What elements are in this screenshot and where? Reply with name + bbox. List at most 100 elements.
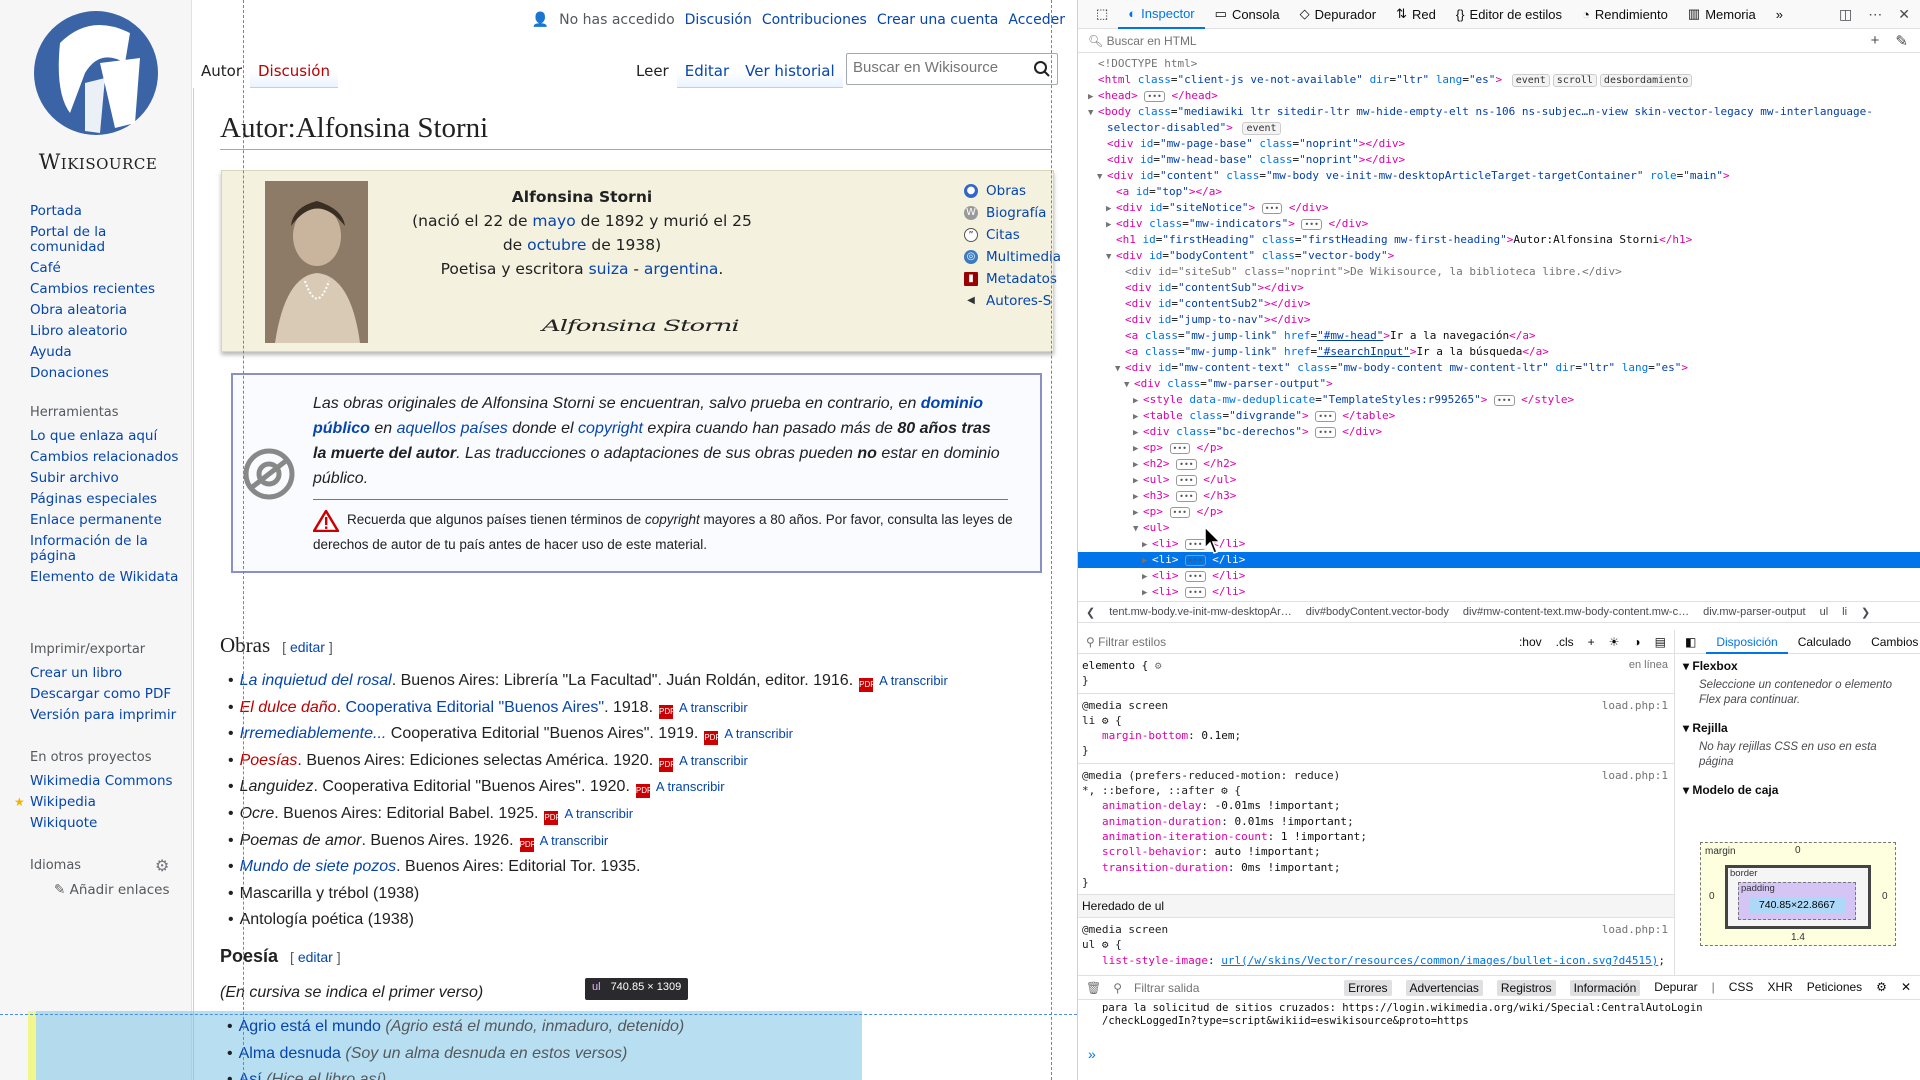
- tool-lo-que-enlaza[interactable]: Lo que enlaza aquí: [30, 429, 180, 444]
- markup-node[interactable]: <div id="contentSub2"></div>: [1078, 296, 1920, 312]
- element-picker-icon[interactable]: ⬚: [1086, 0, 1118, 29]
- breadcrumb-item[interactable]: ul: [1820, 606, 1829, 618]
- gear-icon[interactable]: ⚙: [155, 856, 173, 875]
- markup-node[interactable]: ▼ <div id="mw-content-text" class="mw-bod…: [1078, 360, 1920, 376]
- tab-calculado[interactable]: Calculado: [1788, 630, 1861, 654]
- boxmodel-accordion[interactable]: ▾ Modelo de caja: [1675, 778, 1920, 802]
- markup-node[interactable]: ▶ <h3> ••• </h3>: [1078, 488, 1920, 504]
- login-link[interactable]: Acceder: [1008, 12, 1065, 28]
- collapsed-twisty-icon[interactable]: ▶: [1088, 89, 1098, 105]
- nationality-suiza-link[interactable]: suiza: [589, 260, 629, 278]
- markup-node[interactable]: <h1 id="firstHeading" class="firstHeadin…: [1078, 232, 1920, 248]
- tab-autor[interactable]: Autor: [193, 48, 250, 88]
- author-link-metadatos[interactable]: ▮ Metadatos: [964, 271, 1061, 287]
- author-link-obras[interactable]: ● Obras: [964, 183, 1061, 199]
- filter-peticiones[interactable]: Peticiones: [1807, 980, 1862, 996]
- gear-icon[interactable]: ⚙: [1221, 784, 1228, 797]
- publisher-link[interactable]: Cooperativa Editorial "Buenos Aires": [345, 699, 604, 716]
- transcribe-link[interactable]: PDF A transcribir: [544, 801, 633, 827]
- grid-accordion[interactable]: ▾ Rejilla: [1675, 716, 1920, 740]
- print-version-imprimir[interactable]: Versión para imprimir: [30, 708, 180, 723]
- tool-enlace-permanente[interactable]: Enlace permanente: [30, 513, 180, 528]
- project-commons[interactable]: Wikimedia Commons: [30, 774, 180, 789]
- markup-node[interactable]: ▶ <style data-mw-deduplicate="TemplateSty…: [1078, 392, 1920, 408]
- breadcrumb-prev-icon[interactable]: ❮: [1086, 606, 1095, 619]
- filter-advertencias[interactable]: Advertencias: [1405, 979, 1483, 996]
- obra-title-link[interactable]: Mundo de siete pozos: [240, 858, 397, 875]
- css-property[interactable]: animation-delay: -0.01ms !important;: [1082, 798, 1670, 813]
- copyright-link[interactable]: copyright: [578, 420, 643, 437]
- nav-cafe[interactable]: Café: [30, 261, 180, 276]
- search-icon[interactable]: [1033, 60, 1051, 78]
- markup-node[interactable]: <div id="mw-head-base" class="noprint"><…: [1078, 152, 1920, 168]
- breadcrumb-item[interactable]: div#bodyContent.vector-body: [1306, 606, 1449, 618]
- breadcrumb-item[interactable]: li: [1842, 606, 1847, 618]
- project-wikipedia[interactable]: ★ Wikipedia: [14, 795, 180, 810]
- nav-portal[interactable]: Portal de la comunidad: [30, 225, 180, 255]
- tool-subir-archivo[interactable]: Subir archivo: [30, 471, 180, 486]
- markup-node[interactable]: ▶ <p> ••• </p>: [1078, 504, 1920, 520]
- console-input[interactable]: »: [1088, 1046, 1096, 1062]
- gear-icon[interactable]: ⚙: [1155, 659, 1162, 672]
- tool-paginas-especiales[interactable]: Páginas especiales: [30, 492, 180, 507]
- collapsed-twisty-icon[interactable]: ▶: [1133, 393, 1143, 409]
- tool-informacion-pagina[interactable]: Información de la página: [30, 534, 180, 564]
- transcribe-link[interactable]: PDF A transcribir: [635, 774, 725, 800]
- eyedropper-icon[interactable]: ✎: [1895, 32, 1908, 50]
- collapsed-twisty-icon[interactable]: ▶: [1133, 489, 1143, 505]
- markup-node[interactable]: selector-disabled"> event: [1078, 120, 1920, 136]
- transcribe-link[interactable]: PDF A transcribir: [519, 828, 608, 854]
- filter-css[interactable]: CSS: [1729, 980, 1754, 996]
- author-signature[interactable]: Alfonsina Storni: [542, 317, 740, 335]
- gear-icon[interactable]: ⚙: [1102, 714, 1109, 727]
- markup-node[interactable]: ▶ <head> ••• </head>: [1078, 88, 1920, 104]
- css-property[interactable]: list-style-image: url(/w/skins/Vector/re…: [1082, 953, 1670, 968]
- breadcrumb-item[interactable]: div.mw-parser-output: [1703, 606, 1806, 618]
- obra-title-link[interactable]: Languidez: [240, 778, 314, 795]
- light-mode-icon[interactable]: ☀: [1609, 635, 1620, 649]
- nav-cambios-recientes[interactable]: Cambios recientes: [30, 282, 180, 297]
- css-property[interactable]: margin-bottom: 0.1em;: [1082, 728, 1670, 743]
- tab-leer[interactable]: Leer: [628, 48, 677, 88]
- tab-memoria[interactable]: ▥ Memoria: [1678, 0, 1766, 29]
- expanded-twisty-icon[interactable]: ▼: [1088, 105, 1098, 121]
- css-property[interactable]: animation-duration: 0.01ms !important;: [1082, 814, 1670, 829]
- author-link-multimedia[interactable]: ◎ Multimedia: [964, 249, 1061, 265]
- print-descargar-pdf[interactable]: Descargar como PDF: [30, 687, 180, 702]
- markup-node[interactable]: ▶ <div class="bc-derechos"> ••• </div>: [1078, 424, 1920, 440]
- personal-discussion-link[interactable]: Discusión: [685, 12, 752, 28]
- filter-depurar[interactable]: Depurar: [1654, 980, 1697, 996]
- markup-node[interactable]: ▼ <div id="content" class="mw-body ve-ini…: [1078, 168, 1920, 184]
- born-month-link[interactable]: mayo: [532, 212, 575, 230]
- wikisource-logo[interactable]: [30, 3, 163, 143]
- breadcrumb-item[interactable]: tent.mw-body.ve-init-mw-desktopAr…: [1109, 606, 1292, 618]
- rule-source-link[interactable]: load.php:1: [1602, 768, 1668, 783]
- create-account-link[interactable]: Crear una cuenta: [877, 12, 999, 28]
- dark-mode-icon[interactable]: ◑: [1633, 635, 1640, 649]
- collapsed-twisty-icon[interactable]: ▶: [1133, 409, 1143, 425]
- bm-margin-left[interactable]: 0: [1709, 891, 1715, 902]
- transcribe-link[interactable]: PDF A transcribir: [659, 695, 748, 721]
- author-link-biografia[interactable]: W Biografía: [964, 205, 1061, 221]
- tab-discusion[interactable]: Discusión: [250, 48, 338, 88]
- collapsed-twisty-icon[interactable]: ▶: [1133, 473, 1143, 489]
- dock-icon[interactable]: ◫: [1839, 6, 1852, 23]
- markup-node[interactable]: <html class="client-js ve-not-available"…: [1078, 72, 1920, 88]
- markup-node[interactable]: ▶ <table class="divgrande"> ••• </table>: [1078, 408, 1920, 424]
- nav-ayuda[interactable]: Ayuda: [30, 345, 180, 360]
- nav-donaciones[interactable]: Donaciones: [30, 366, 180, 381]
- bm-content-size[interactable]: 740.85×22.8667: [1749, 897, 1845, 913]
- markup-node[interactable]: <!DOCTYPE html>: [1078, 56, 1920, 72]
- markup-node[interactable]: ▼ <div class="mw-parser-output">: [1078, 376, 1920, 392]
- markup-node[interactable]: <a class="mw-jump-link" href="#mw-head">…: [1078, 328, 1920, 344]
- breadcrumb-item[interactable]: div#mw-content-text.mw-body-content.mw-c…: [1463, 606, 1689, 618]
- hov-toggle[interactable]: :hov: [1519, 635, 1542, 649]
- obra-title-link[interactable]: Poemas de amor: [240, 832, 362, 849]
- tab-editar[interactable]: Editar: [676, 48, 738, 88]
- add-links-button[interactable]: ✎ Añadir enlaces: [54, 882, 180, 898]
- nav-libro-aleatorio[interactable]: Libro aleatorio: [30, 324, 180, 339]
- markup-node[interactable]: <div id="siteSub" class="noprint">De Wik…: [1078, 264, 1920, 280]
- transcribe-link[interactable]: PDF A transcribir: [859, 668, 948, 694]
- contributions-link[interactable]: Contribuciones: [762, 12, 867, 28]
- nav-portada[interactable]: Portada: [30, 204, 180, 219]
